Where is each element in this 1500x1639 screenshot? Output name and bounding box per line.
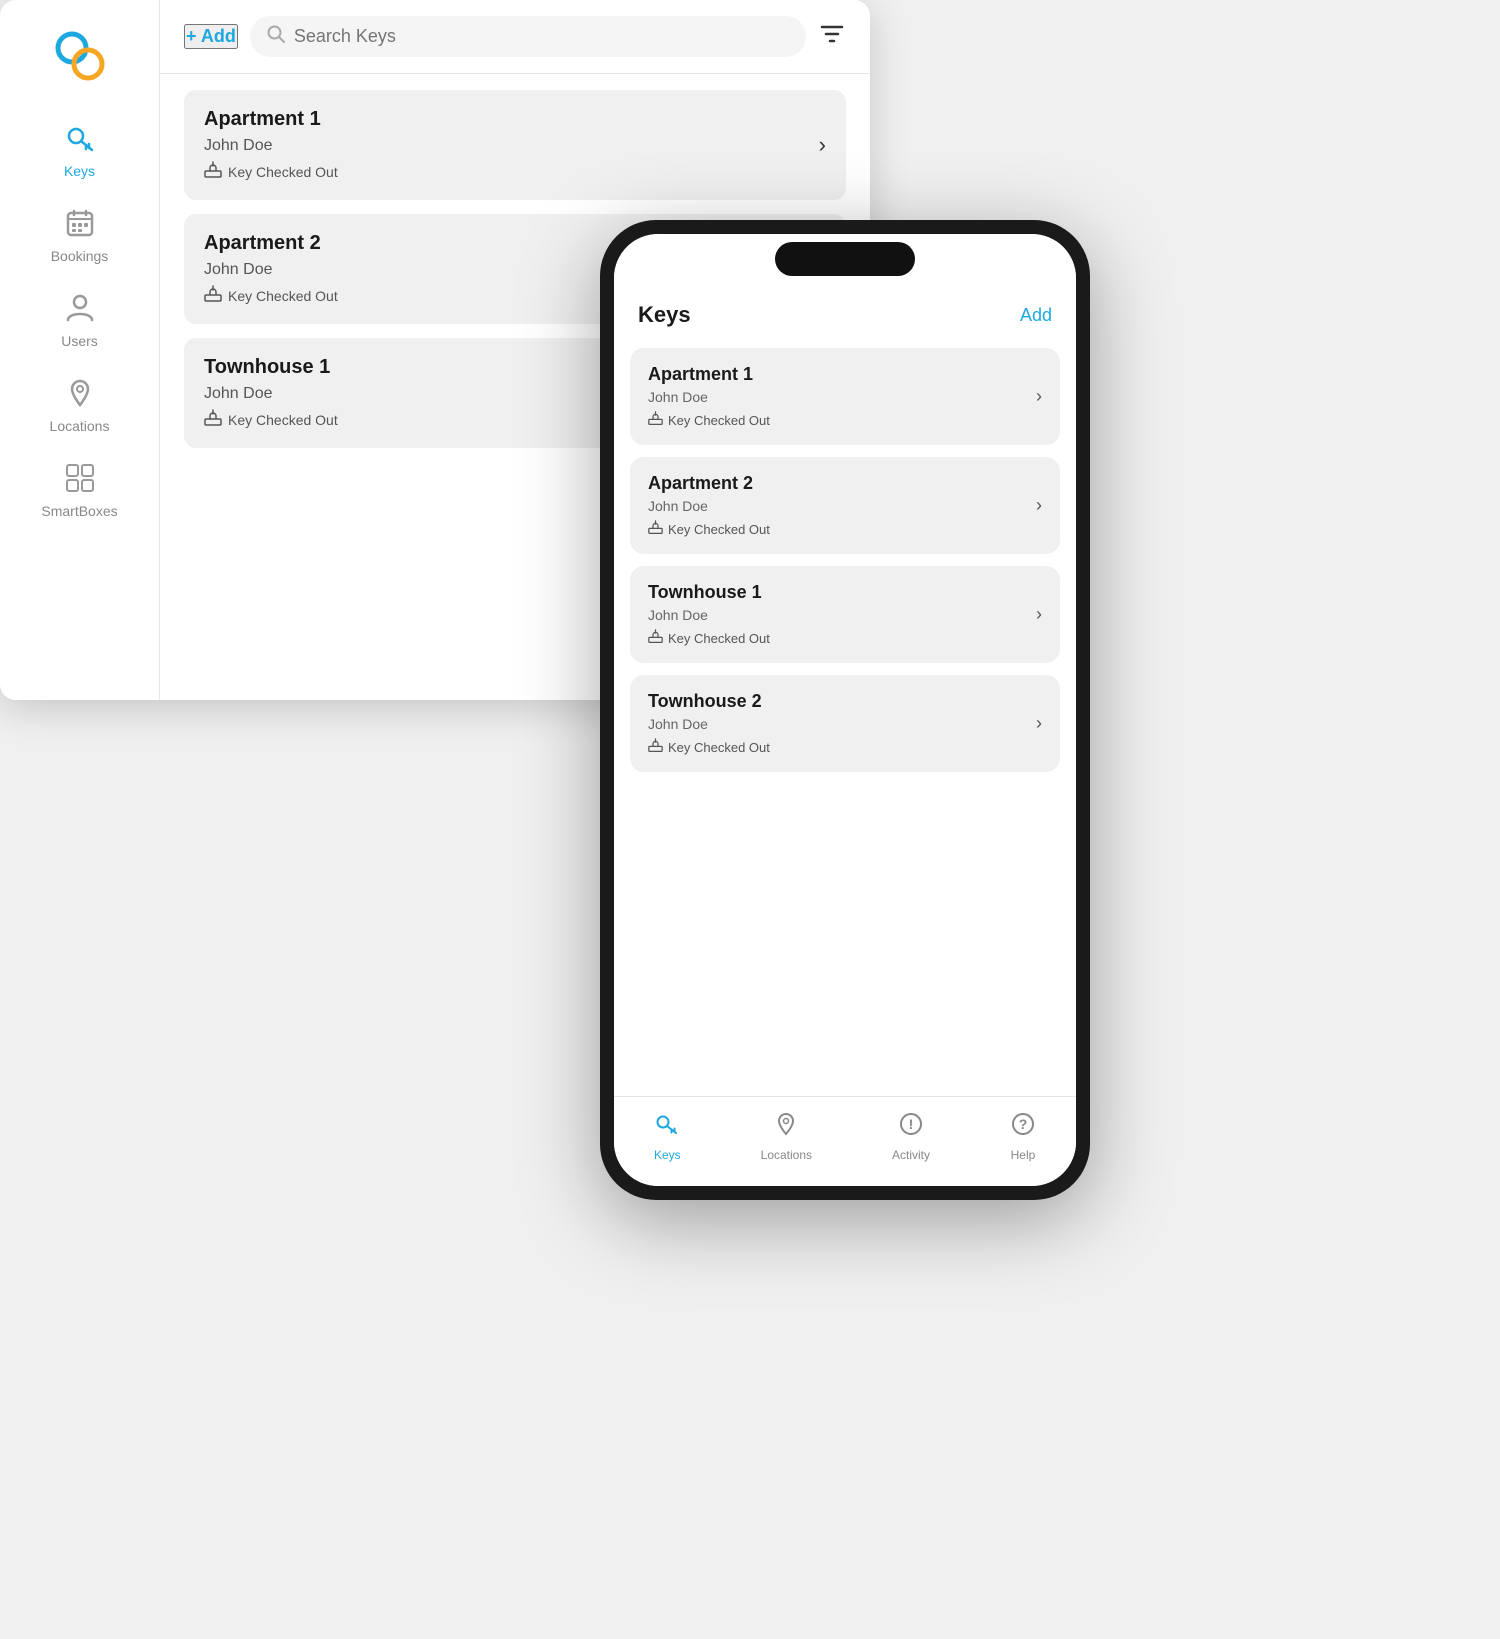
key-status-text-1: Key Checked Out	[228, 288, 338, 304]
search-icon	[266, 24, 286, 49]
locations-icon	[64, 377, 96, 414]
checkout-icon-2	[204, 409, 222, 430]
phone-key-name-2: John Doe	[648, 607, 770, 623]
phone-status-text-0: Key Checked Out	[668, 413, 770, 428]
search-input[interactable]	[294, 26, 790, 47]
phone-key-title-1: Apartment 2	[648, 473, 770, 494]
phone-key-card-2[interactable]: Townhouse 1 John Doe Key Checked Out	[630, 566, 1060, 663]
tab-locations-icon	[773, 1111, 799, 1144]
phone-key-title-2: Townhouse 1	[648, 582, 770, 603]
toolbar: + Add	[160, 0, 870, 74]
search-bar	[250, 16, 806, 57]
phone-key-name-3: John Doe	[648, 716, 770, 732]
tab-help-icon: ?	[1010, 1111, 1036, 1144]
phone-notch	[775, 242, 915, 276]
phone-status-text-3: Key Checked Out	[668, 740, 770, 755]
phone-tab-bar: Keys Locations ! Activi	[614, 1096, 1076, 1186]
phone-checkout-icon-0	[648, 411, 663, 429]
sidebar-locations-label: Locations	[50, 418, 110, 434]
phone-key-info-0: Apartment 1 John Doe Key Checked Out	[648, 364, 770, 429]
phone-key-status-1: Key Checked Out	[648, 520, 770, 538]
tab-locations-label: Locations	[761, 1148, 812, 1162]
tab-keys-label: Keys	[654, 1148, 681, 1162]
tab-activity-label: Activity	[892, 1148, 930, 1162]
key-card-status-0: Key Checked Out	[204, 161, 338, 182]
phone-header: Keys Add	[614, 294, 1076, 340]
phone-key-info-2: Townhouse 1 John Doe Key Checked Out	[648, 582, 770, 647]
phone-tab-keys[interactable]: Keys	[654, 1111, 681, 1162]
key-card-title-0: Apartment 1	[204, 108, 338, 131]
phone-chevron-3: ›	[1036, 713, 1042, 734]
tab-keys-icon	[654, 1111, 680, 1144]
phone-checkout-icon-1	[648, 520, 663, 538]
key-status-text-0: Key Checked Out	[228, 164, 338, 180]
svg-text:!: !	[909, 1116, 914, 1132]
filter-icon[interactable]	[818, 20, 846, 54]
sidebar: Keys Bookings	[0, 0, 160, 700]
phone-key-card-0[interactable]: Apartment 1 John Doe Key Checked Out	[630, 348, 1060, 445]
phone-key-info-1: Apartment 2 John Doe Key Checked Out	[648, 473, 770, 538]
sidebar-item-bookings[interactable]: Bookings	[0, 197, 159, 274]
key-status-text-2: Key Checked Out	[228, 412, 338, 428]
phone-status-text-1: Key Checked Out	[668, 522, 770, 537]
sidebar-keys-label: Keys	[64, 163, 95, 179]
bookings-icon	[64, 207, 96, 244]
key-card-name-1: John Doe	[204, 261, 338, 279]
svg-text:?: ?	[1019, 1116, 1028, 1132]
phone-chevron-0: ›	[1036, 386, 1042, 407]
phone-key-title-0: Apartment 1	[648, 364, 770, 385]
phone-screen: Keys Add Apartment 1 John Doe	[614, 234, 1076, 1186]
key-card-name-0: John Doe	[204, 137, 338, 155]
sidebar-bookings-label: Bookings	[51, 248, 109, 264]
key-card-title-1: Apartment 2	[204, 232, 338, 255]
phone-tab-locations[interactable]: Locations	[761, 1111, 812, 1162]
phone-chevron-2: ›	[1036, 604, 1042, 625]
phone-key-title-3: Townhouse 2	[648, 691, 770, 712]
phone-key-status-2: Key Checked Out	[648, 629, 770, 647]
tab-help-label: Help	[1011, 1148, 1036, 1162]
checkout-icon-0	[204, 161, 222, 182]
smartboxes-icon	[64, 462, 96, 499]
phone-checkout-icon-2	[648, 629, 663, 647]
checkout-icon-1	[204, 285, 222, 306]
key-card-status-1: Key Checked Out	[204, 285, 338, 306]
phone-keys-list: Apartment 1 John Doe Key Checked Out	[614, 340, 1076, 1096]
phone-status-text-2: Key Checked Out	[668, 631, 770, 646]
key-card-name-2: John Doe	[204, 385, 338, 403]
chevron-right-0: ›	[819, 132, 826, 158]
phone-mockup: Keys Add Apartment 1 John Doe	[600, 220, 1090, 1200]
tab-activity-icon: !	[898, 1111, 924, 1144]
add-button[interactable]: + Add	[184, 24, 238, 49]
phone-title: Keys	[638, 302, 691, 328]
phone-key-card-1[interactable]: Apartment 2 John Doe Key Checked Out	[630, 457, 1060, 554]
sidebar-item-locations[interactable]: Locations	[0, 367, 159, 444]
desktop-key-card-0[interactable]: Apartment 1 John Doe Key Checked Out	[184, 90, 846, 200]
key-card-status-2: Key Checked Out	[204, 409, 338, 430]
phone-chevron-1: ›	[1036, 495, 1042, 516]
key-card-info-0: Apartment 1 John Doe Key Checked Out	[204, 108, 338, 182]
key-card-info-1: Apartment 2 John Doe Key Checked Out	[204, 232, 338, 306]
phone-key-status-3: Key Checked Out	[648, 738, 770, 756]
phone-tab-help[interactable]: ? Help	[1010, 1111, 1036, 1162]
phone-checkout-icon-3	[648, 738, 663, 756]
app-logo	[48, 24, 112, 88]
key-card-info-2: Townhouse 1 John Doe Key Checked Out	[204, 356, 338, 430]
phone-key-name-0: John Doe	[648, 389, 770, 405]
sidebar-smartboxes-label: SmartBoxes	[41, 503, 117, 519]
phone-key-name-1: John Doe	[648, 498, 770, 514]
phone-key-info-3: Townhouse 2 John Doe Key Checked Out	[648, 691, 770, 756]
phone-key-card-3[interactable]: Townhouse 2 John Doe Key Checked Out	[630, 675, 1060, 772]
sidebar-item-keys[interactable]: Keys	[0, 112, 159, 189]
phone-key-status-0: Key Checked Out	[648, 411, 770, 429]
phone-add-button[interactable]: Add	[1020, 305, 1052, 326]
key-card-title-2: Townhouse 1	[204, 356, 338, 379]
sidebar-item-users[interactable]: Users	[0, 282, 159, 359]
phone-tab-activity[interactable]: ! Activity	[892, 1111, 930, 1162]
users-icon	[64, 292, 96, 329]
keys-icon	[64, 122, 96, 159]
sidebar-users-label: Users	[61, 333, 98, 349]
sidebar-item-smartboxes[interactable]: SmartBoxes	[0, 452, 159, 529]
